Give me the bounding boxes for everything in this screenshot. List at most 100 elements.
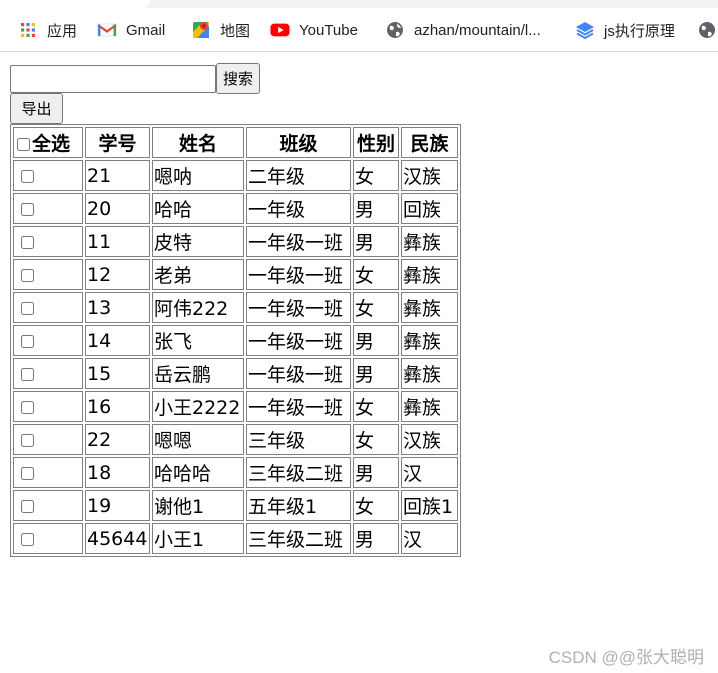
cell-id: 20	[85, 193, 150, 224]
cell-name: 皮特	[152, 226, 244, 257]
search-input[interactable]	[10, 65, 216, 93]
row-checkbox[interactable]	[21, 202, 34, 216]
bookmarks-bar: 应用 Gmail 地图 YouTube azhan/mountain/l... …	[0, 0, 718, 52]
cell-id: 16	[85, 391, 150, 422]
bookmark-js[interactable]: js执行原理	[575, 17, 675, 43]
export-row: 导出	[10, 93, 461, 124]
row-checkbox[interactable]	[21, 301, 34, 315]
row-checkbox[interactable]	[21, 466, 34, 480]
row-checkbox[interactable]	[21, 433, 34, 447]
cell-name: 谢他1	[152, 490, 244, 521]
header-ethnicity: 民族	[401, 127, 458, 158]
search-row: 搜索	[10, 63, 461, 94]
cell-class: 三年级二班	[246, 457, 351, 488]
cell-class: 一年级一班	[246, 226, 351, 257]
cell-name: 哈哈哈	[152, 457, 244, 488]
cell-id: 14	[85, 325, 150, 356]
row-checkbox[interactable]	[21, 169, 34, 183]
cell-ethnicity: 汉	[401, 457, 458, 488]
layers-icon	[575, 20, 595, 40]
table-body: 21 嗯呐 二年级 女 汉族 20 哈哈 一年级 男 回族 11 皮特 一年级一…	[13, 160, 458, 554]
cell-sex: 女	[353, 490, 399, 521]
row-select-cell	[13, 160, 83, 191]
row-checkbox[interactable]	[21, 400, 34, 414]
cell-ethnicity: 彝族	[401, 325, 458, 356]
tab-strip	[0, 0, 718, 8]
search-button[interactable]: 搜索	[216, 63, 261, 94]
row-checkbox[interactable]	[21, 235, 34, 249]
select-all-label: 全选	[32, 133, 71, 155]
cell-sex: 女	[353, 292, 399, 323]
cell-class: 一年级一班	[246, 292, 351, 323]
youtube-icon	[270, 20, 290, 40]
bookmark-azhan[interactable]: azhan/mountain/l...	[385, 17, 541, 43]
table-row: 12 老弟 一年级一班 女 彝族	[13, 259, 458, 290]
cell-id: 11	[85, 226, 150, 257]
cell-ethnicity: 彝族	[401, 226, 458, 257]
bookmark-more[interactable]	[697, 17, 718, 43]
cell-name: 哈哈	[152, 193, 244, 224]
cell-class: 一年级一班	[246, 325, 351, 356]
bookmark-maps[interactable]: 地图	[191, 17, 250, 43]
cell-ethnicity: 汉	[401, 523, 458, 554]
table-row: 11 皮特 一年级一班 男 彝族	[13, 226, 458, 257]
table-row: 22 嗯嗯 三年级 女 汉族	[13, 424, 458, 455]
cell-id: 15	[85, 358, 150, 389]
row-select-cell	[13, 490, 83, 521]
maps-icon	[191, 20, 211, 40]
row-checkbox[interactable]	[21, 367, 34, 381]
cell-sex: 女	[353, 391, 399, 422]
row-select-cell	[13, 358, 83, 389]
header-name: 姓名	[152, 127, 244, 158]
globe-icon	[385, 20, 405, 40]
cell-ethnicity: 彝族	[401, 391, 458, 422]
table-row: 16 小王2222 一年级一班 女 彝族	[13, 391, 458, 422]
cell-sex: 男	[353, 523, 399, 554]
bookmark-label: js执行原理	[604, 22, 675, 40]
cell-sex: 女	[353, 259, 399, 290]
row-select-cell	[13, 523, 83, 554]
select-all-checkbox[interactable]	[17, 138, 30, 151]
table-row: 19 谢他1 五年级1 女 回族1	[13, 490, 458, 521]
cell-id: 18	[85, 457, 150, 488]
cell-class: 二年级	[246, 160, 351, 191]
cell-ethnicity: 回族	[401, 193, 458, 224]
row-select-cell	[13, 391, 83, 422]
cell-name: 岳云鹏	[152, 358, 244, 389]
cell-sex: 女	[353, 424, 399, 455]
row-select-cell	[13, 424, 83, 455]
bookmark-label: 应用	[47, 22, 78, 40]
row-checkbox[interactable]	[21, 334, 34, 348]
row-checkbox[interactable]	[21, 532, 34, 546]
cell-ethnicity: 汉族	[401, 424, 458, 455]
cell-class: 一年级一班	[246, 391, 351, 422]
table-row: 45644 小王1 三年级二班 男 汉	[13, 523, 458, 554]
header-select-all: 全选	[13, 127, 83, 158]
row-select-cell	[13, 226, 83, 257]
cell-sex: 男	[353, 325, 399, 356]
bookmark-gmail[interactable]: Gmail	[97, 17, 165, 43]
row-select-cell	[13, 457, 83, 488]
cell-name: 嗯呐	[152, 160, 244, 191]
cell-sex: 男	[353, 457, 399, 488]
cell-ethnicity: 彝族	[401, 358, 458, 389]
cell-class: 一年级	[246, 193, 351, 224]
bookmark-youtube[interactable]: YouTube	[270, 17, 358, 43]
globe-icon	[697, 20, 717, 40]
cell-ethnicity: 回族1	[401, 490, 458, 521]
table-header-row: 全选 学号 姓名 班级 性别 民族	[13, 127, 458, 158]
cell-id: 45644	[85, 523, 150, 554]
bookmark-apps[interactable]: 应用	[18, 17, 77, 43]
export-button[interactable]: 导出	[10, 93, 63, 124]
cell-sex: 男	[353, 358, 399, 389]
cell-name: 小王2222	[152, 391, 244, 422]
cell-sex: 男	[353, 226, 399, 257]
row-checkbox[interactable]	[21, 499, 34, 513]
table-row: 18 哈哈哈 三年级二班 男 汉	[13, 457, 458, 488]
cell-class: 三年级二班	[246, 523, 351, 554]
cell-name: 嗯嗯	[152, 424, 244, 455]
row-checkbox[interactable]	[21, 268, 34, 282]
apps-grid-icon	[18, 20, 38, 40]
cell-class: 五年级1	[246, 490, 351, 521]
cell-id: 13	[85, 292, 150, 323]
